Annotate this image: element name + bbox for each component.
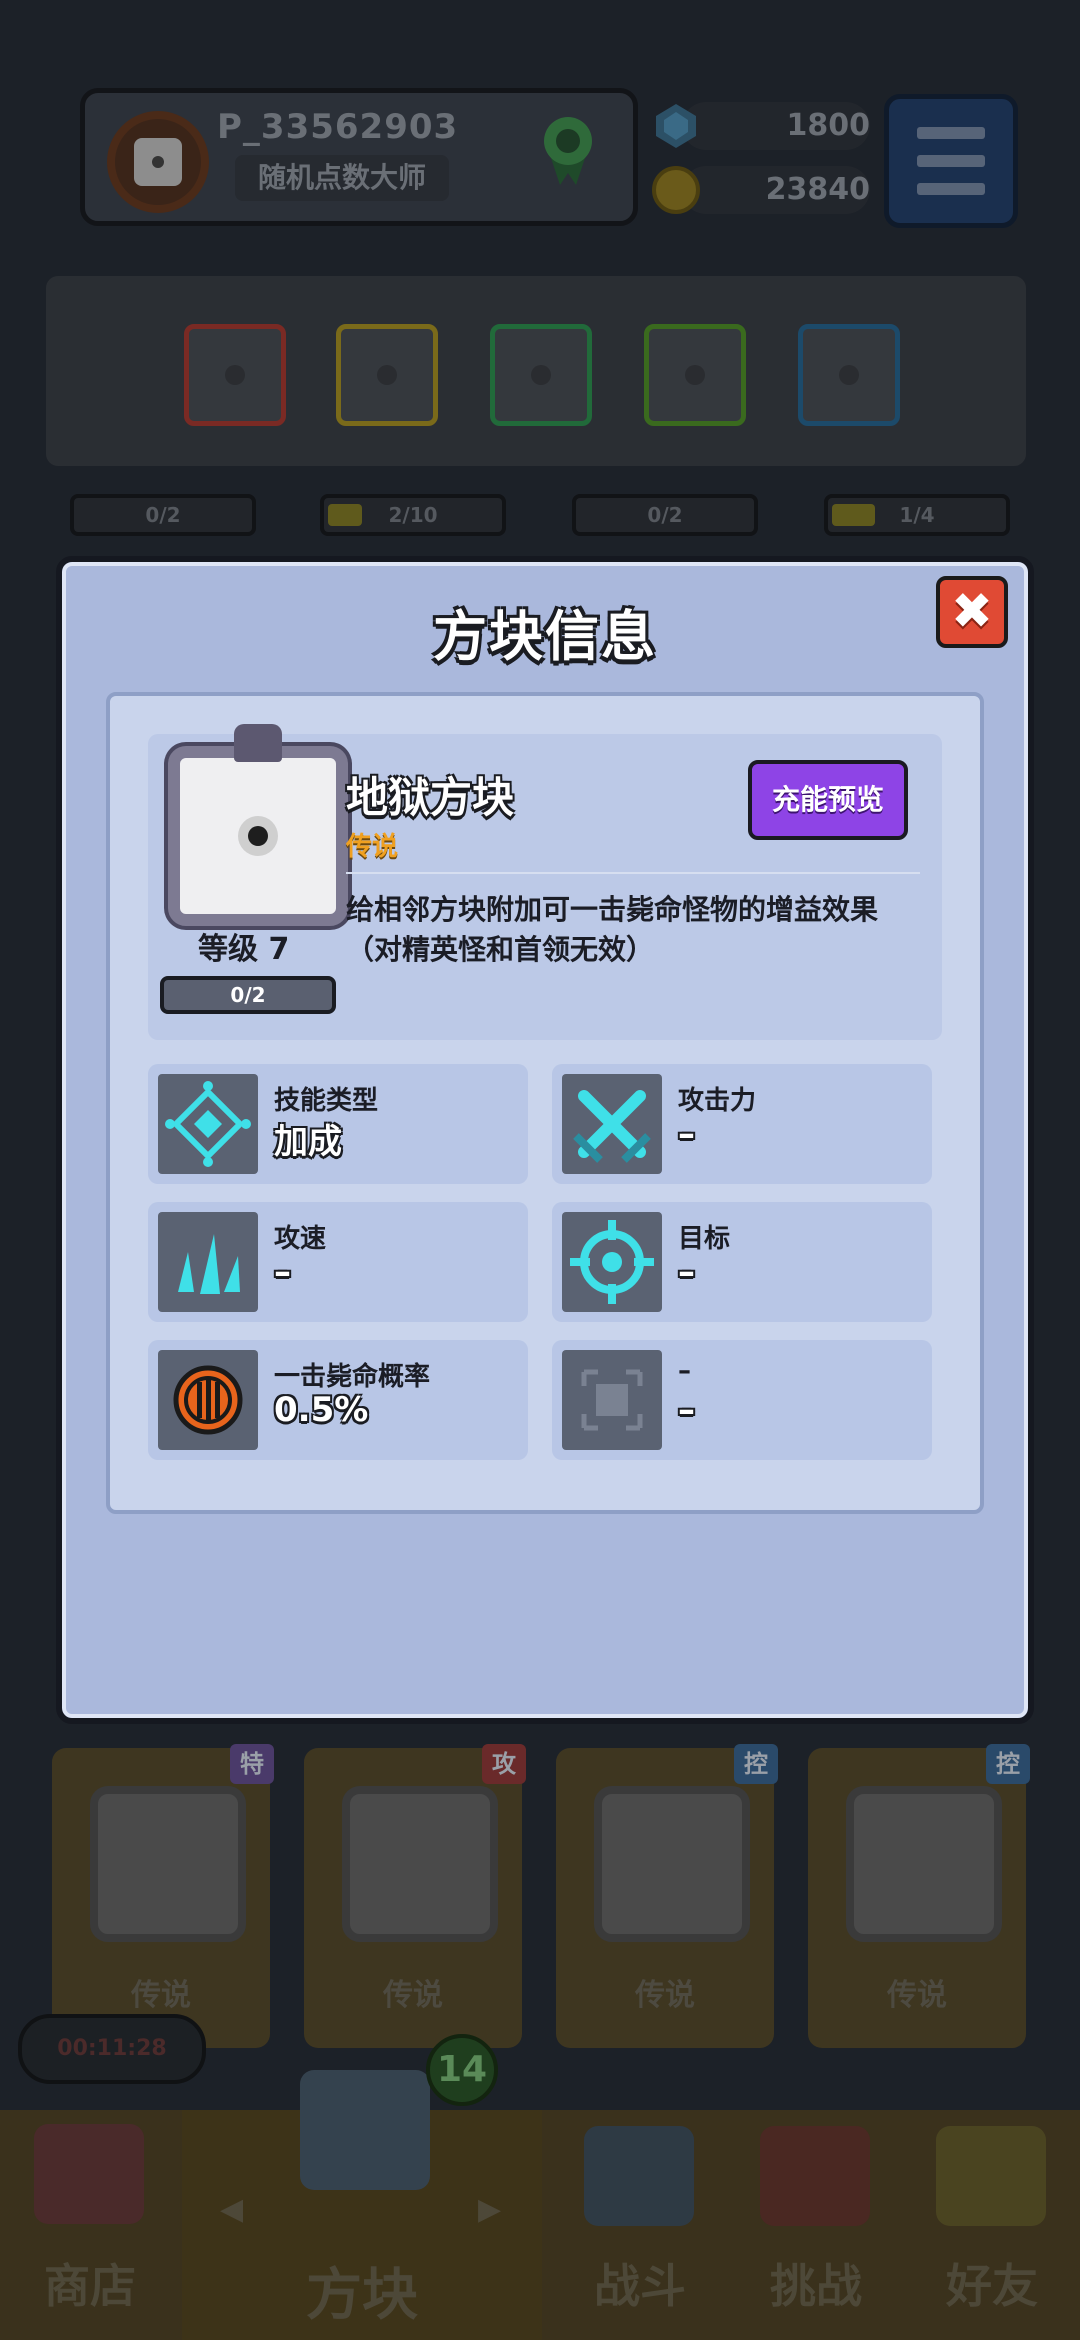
player-profile-bar[interactable]: P_33562903 随机点数大师 <box>80 88 638 226</box>
hell-block-icon <box>168 724 348 926</box>
stat-value: – <box>678 1390 695 1430</box>
challenge-icon <box>760 2126 870 2226</box>
stat-label: 攻速 <box>274 1224 327 1254</box>
block-summary: 等级 7 0/2 地狱方块 传说 充能预览 给相邻方块附加可一击毙命怪物的增益效… <box>148 724 942 1040</box>
menu-line-icon <box>917 127 985 139</box>
nav-friends[interactable]: 好友 <box>904 2110 1080 2340</box>
deck-slot[interactable] <box>184 324 286 426</box>
stat-label: 目标 <box>678 1224 731 1254</box>
stat-label: 技能类型 <box>274 1086 379 1116</box>
block-card[interactable]: 特 传说 <box>52 1744 274 2048</box>
nav-blocks-label: 方块 <box>306 2263 418 2328</box>
shop-icon <box>34 2124 144 2224</box>
deck-slot[interactable] <box>644 324 746 426</box>
block-face <box>342 1786 498 1942</box>
dialog-title: 方块信息 <box>433 605 657 668</box>
block-face <box>846 1786 1002 1942</box>
timer-text: 00:11:28 <box>57 2036 167 2061</box>
stat-value: – <box>274 1252 291 1292</box>
demon-horn-icon <box>234 724 282 762</box>
close-button[interactable]: ✖ <box>936 576 1008 648</box>
close-icon: ✖ <box>951 582 993 640</box>
nav-challenge-label: 挑战 <box>770 2259 862 2313</box>
upgrade-progress-bar: 0/2 <box>572 494 758 536</box>
nav-shop[interactable]: 商店 <box>0 2110 180 2340</box>
chevron-left-icon[interactable]: ◀ <box>220 2192 243 2227</box>
stat-skill-type: 技能类型 加成 <box>148 1064 528 1184</box>
card-type-tag: 特 <box>230 1744 274 1784</box>
block-level: 等级 7 <box>198 932 290 967</box>
friends-icon <box>936 2126 1046 2226</box>
stat-label: 一击毙命概率 <box>274 1362 431 1392</box>
upgrade-progress-bar: 0/2 <box>70 494 256 536</box>
card-type-tag: 控 <box>734 1744 778 1784</box>
block-upgrade-progress: 0/2 <box>160 976 336 1014</box>
block-face <box>594 1786 750 1942</box>
stat-instakill-chance: 一击毙命概率 0.5% <box>148 1340 528 1460</box>
nav-battle[interactable]: 战斗 <box>552 2110 728 2340</box>
stat-value: – <box>678 1252 695 1292</box>
target-icon <box>562 1212 662 1312</box>
menu-line-icon <box>917 183 985 195</box>
block-rarity: 传说 <box>346 832 399 862</box>
stat-value: – <box>678 1114 695 1154</box>
blocks-icon <box>300 2070 430 2190</box>
stat-attack-speed: 攻速 – <box>148 1202 528 1322</box>
upgrade-progress-bar: 1/4 <box>824 494 1010 536</box>
block-description: 给相邻方块附加可一击毙命怪物的增益效果（对精英怪和首领无效） <box>346 893 879 966</box>
nav-shop-label: 商店 <box>44 2259 136 2313</box>
upgrade-progress-bar: 2/10 <box>320 494 506 536</box>
timer-badge[interactable]: 00:11:28 <box>18 2014 206 2084</box>
block-name: 地狱方块 <box>346 773 515 822</box>
stat-target: 目标 – <box>552 1202 932 1322</box>
stat-label: 攻击力 <box>678 1086 757 1116</box>
block-card[interactable]: 控 传说 <box>808 1744 1030 2048</box>
info-panel: 等级 7 0/2 地狱方块 传说 充能预览 给相邻方块附加可一击毙命怪物的增益效… <box>106 692 984 1514</box>
charge-preview-button[interactable]: 充能预览 <box>748 760 908 840</box>
nav-battle-label: 战斗 <box>594 2259 686 2313</box>
coin-amount: 23840 <box>682 166 870 214</box>
nav-friends-label: 好友 <box>946 2259 1038 2313</box>
stat-value: 加成 <box>274 1122 342 1162</box>
gem-icon <box>656 104 696 148</box>
menu-line-icon <box>917 155 985 167</box>
block-info-dialog: 方块信息 ✖ 等级 7 0/2 地狱方块 传说 充能预览 给相邻方块附加可一击毙… <box>56 556 1034 1724</box>
block-card[interactable]: 控 传说 <box>556 1744 778 2048</box>
player-title: 随机点数大师 <box>235 155 449 201</box>
deck-slot[interactable] <box>490 324 592 426</box>
stat-attack: 攻击力 – <box>552 1064 932 1184</box>
chevron-right-icon[interactable]: ▶ <box>478 2192 501 2227</box>
card-type-tag: 控 <box>986 1744 1030 1784</box>
attack-speed-icon <box>158 1212 258 1312</box>
gem-amount: 1800 <box>682 102 870 150</box>
instakill-icon <box>158 1350 258 1450</box>
battle-icon <box>584 2126 694 2226</box>
player-avatar[interactable] <box>107 111 209 213</box>
block-card[interactable]: 攻 传说 <box>304 1744 526 2048</box>
rank-medal-icon <box>544 117 592 185</box>
dice-icon <box>134 138 182 186</box>
card-rarity: 传说 <box>131 1978 191 2013</box>
card-rarity: 传说 <box>887 1978 947 2013</box>
card-type-tag: 攻 <box>482 1744 526 1784</box>
stat-empty: – – <box>552 1340 932 1460</box>
deck-panel <box>46 276 1026 466</box>
deck-slot[interactable] <box>798 324 900 426</box>
coin-icon <box>652 166 700 214</box>
stat-value: 0.5% <box>274 1390 369 1430</box>
divider <box>346 872 920 874</box>
player-id: P_33562903 <box>217 107 459 147</box>
block-pip-icon <box>238 816 278 856</box>
card-rarity: 传说 <box>635 1978 695 2013</box>
stat-label: – <box>678 1356 691 1386</box>
skill-type-icon <box>158 1074 258 1174</box>
crossed-swords-icon <box>562 1074 662 1174</box>
block-face <box>90 1786 246 1942</box>
deck-slot[interactable] <box>336 324 438 426</box>
main-menu-button[interactable] <box>884 94 1018 228</box>
card-rarity: 传说 <box>383 1978 443 2013</box>
empty-slot-icon <box>562 1350 662 1450</box>
nav-challenge[interactable]: 挑战 <box>728 2110 904 2340</box>
box-count-badge: 14 <box>426 2034 498 2106</box>
